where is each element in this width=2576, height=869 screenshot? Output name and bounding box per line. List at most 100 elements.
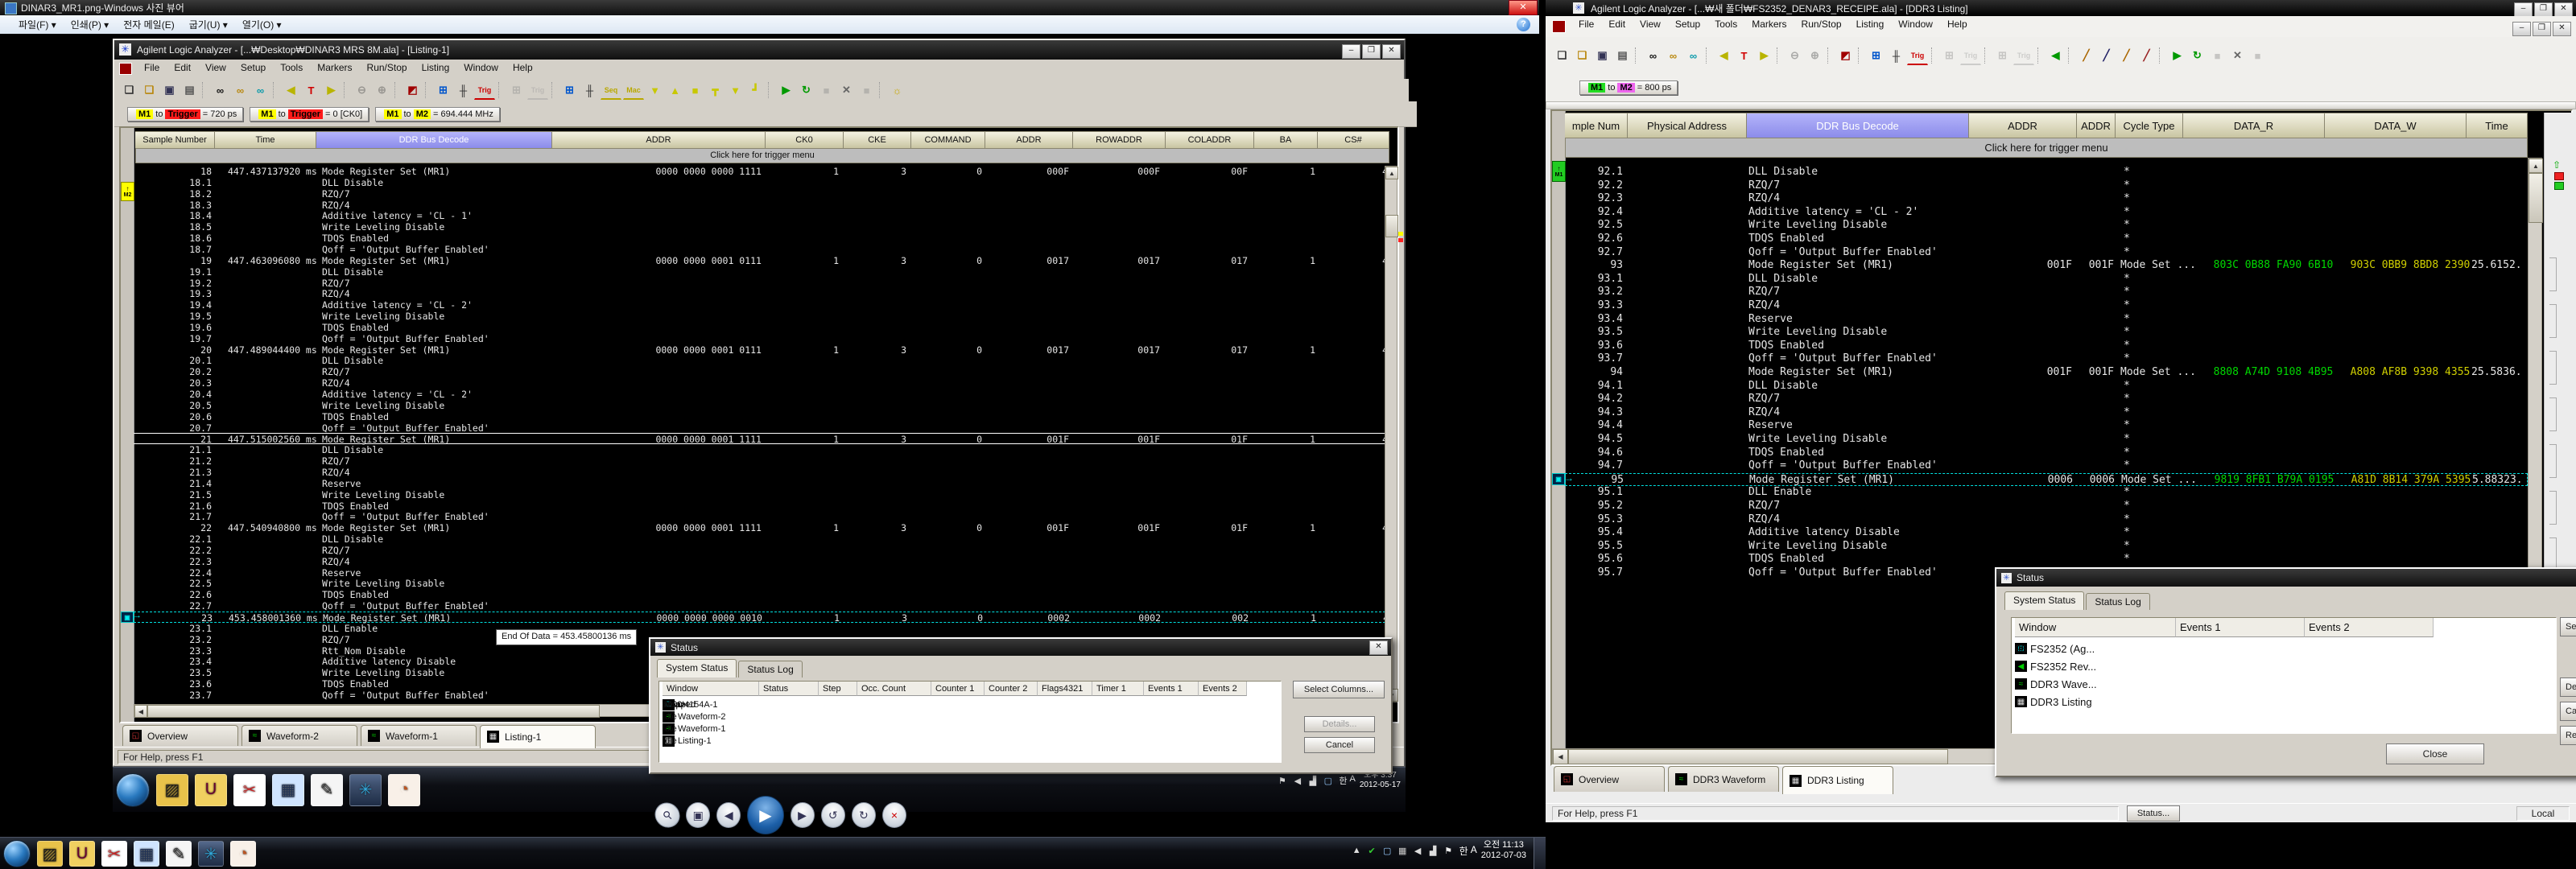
setup-bus-icon[interactable]: ╫ bbox=[1887, 47, 1905, 64]
table-row[interactable]: 21.3RZQ/4 bbox=[134, 467, 1389, 478]
table-row[interactable]: 94.6TDQS Enabled* bbox=[1565, 447, 2528, 460]
trigger-menu-row-right[interactable]: Click here for trigger menu bbox=[1565, 138, 2528, 158]
menu-file[interactable]: File bbox=[1571, 16, 1601, 32]
flag-tray-icon[interactable]: ⚑ bbox=[1442, 844, 1455, 858]
notes-taskbar-icon[interactable]: ✎ bbox=[311, 774, 343, 806]
column-header-time[interactable]: Time bbox=[215, 131, 316, 149]
table-row[interactable]: 19447.463096080 msMode Register Set (MR1… bbox=[134, 255, 1389, 266]
table-row[interactable]: 18447.437137920 msMode Register Set (MR1… bbox=[134, 166, 1389, 177]
search-icon[interactable]: ∞ bbox=[1644, 47, 1662, 64]
column-header-cs[interactable]: CS# bbox=[1318, 131, 1389, 149]
table-row[interactable]: 95.2RZQ/7* bbox=[1565, 500, 2528, 513]
column-header-samplenumber[interactable]: Sample Number bbox=[135, 131, 215, 149]
table-row[interactable]: 95.4Additive latency Disable* bbox=[1565, 526, 2528, 540]
cancel-run-icon[interactable]: ✕ bbox=[837, 81, 856, 99]
column-header-row-right[interactable]: mple NumPhysical AddressDDR Bus DecodeAD… bbox=[1565, 113, 2528, 138]
marker-m1-badge[interactable]: ↑M1 bbox=[1552, 161, 1566, 182]
column-header-ddrbusdecode[interactable]: DDR Bus Decode bbox=[1747, 113, 1969, 138]
paint-taskbar-icon[interactable]: ◔ bbox=[388, 774, 420, 806]
flag-tray-icon[interactable]: ⚑ bbox=[1275, 774, 1289, 788]
search-next-icon[interactable]: ∞ bbox=[1664, 47, 1682, 64]
table-row[interactable]: 18.3RZQ/4 bbox=[134, 200, 1389, 211]
mdi-controls[interactable]: –❐✕ bbox=[2511, 19, 2571, 36]
marker-chip[interactable]: M1toM2 = 800 ps bbox=[1579, 80, 1678, 95]
close-icon[interactable]: ✕ bbox=[2554, 2, 2573, 16]
viewer-menu-인쇄(P)[interactable]: 인쇄(P) ▾ bbox=[64, 15, 116, 34]
save-file-icon[interactable]: ▣ bbox=[160, 81, 179, 99]
column-header-physicaladdress[interactable]: Physical Address bbox=[1628, 113, 1747, 138]
stop-mark-icon[interactable]: ■ bbox=[686, 81, 704, 99]
ultraedit-taskbar-icon[interactable]: U bbox=[195, 774, 227, 806]
table-row[interactable]: 93Mode Register Set (MR1)001F001FMode Se… bbox=[1565, 259, 2528, 273]
photo-viewer-titlebar[interactable]: DINAR3_MR1.png-Windows 사진 뷰어 bbox=[0, 0, 1539, 15]
table-column-flags4321[interactable]: Flags4321 bbox=[1038, 682, 1092, 696]
menu-tools[interactable]: Tools bbox=[273, 60, 310, 76]
tab-ddr3-listing[interactable]: ▦DDR3 Listing bbox=[1782, 766, 1893, 794]
agilent-taskbar-icon[interactable]: ✳ bbox=[198, 841, 224, 867]
analyzer-titlebar-right[interactable]: ✳ Agilent Logic Analyzer - [...₩새 폴더₩FS2… bbox=[1546, 0, 2576, 16]
table-row[interactable]: 20.1DLL Disable bbox=[134, 355, 1389, 366]
search-prev-icon[interactable]: ∞ bbox=[1684, 47, 1703, 64]
trigger-setup-icon[interactable]: Trig bbox=[474, 81, 495, 100]
speaker-tool-icon[interactable]: ◀ bbox=[2046, 47, 2065, 64]
table-row[interactable]: 21.7Qoff = 'Output Buffer Enabled' bbox=[134, 511, 1389, 522]
table-column-counter2[interactable]: Counter 2 bbox=[985, 682, 1038, 696]
table-row[interactable]: 19.4Additive latency = 'CL - 2' bbox=[134, 299, 1389, 311]
table-row[interactable]: 19.3RZQ/4 bbox=[134, 288, 1389, 299]
chip-tray-icon[interactable]: ▦ bbox=[1396, 844, 1410, 858]
goto-end-icon[interactable]: ▶ bbox=[1755, 47, 1773, 64]
calculator-taskbar-icon[interactable]: ▦ bbox=[134, 841, 159, 867]
menu-edit[interactable]: Edit bbox=[1601, 16, 1633, 32]
actual-size-button[interactable]: ▣ bbox=[686, 802, 710, 828]
color-split-icon[interactable]: ◩ bbox=[1836, 47, 1855, 64]
tbar-mark-icon[interactable]: ┳ bbox=[706, 81, 724, 99]
column-header-ck0[interactable]: CK0 bbox=[766, 131, 844, 149]
calculator-taskbar-icon[interactable]: ▦ bbox=[272, 774, 304, 806]
menu-help[interactable]: Help bbox=[506, 60, 540, 76]
close-icon[interactable]: ✕ bbox=[2553, 22, 2571, 36]
marker-chip[interactable]: M1toTrigger = 720 ps bbox=[127, 107, 243, 121]
next-button[interactable]: ▶ bbox=[791, 802, 815, 828]
menu-edit[interactable]: Edit bbox=[167, 60, 198, 76]
clipped-button[interactable]: Re bbox=[2560, 726, 2576, 745]
table-row[interactable]: 92.2RZQ/7* bbox=[1565, 179, 2528, 193]
table-row[interactable]: 20.4Additive latency = 'CL - 2' bbox=[134, 389, 1389, 400]
menu-markers[interactable]: Markers bbox=[1744, 16, 1794, 32]
table-row[interactable]: 92.3RZQ/4* bbox=[1565, 192, 2528, 206]
start-button[interactable] bbox=[3, 840, 31, 867]
lightbulb-icon[interactable]: ☼ bbox=[888, 81, 906, 99]
clipped-button[interactable]: Det bbox=[2560, 677, 2576, 697]
new-file-icon[interactable]: ❏ bbox=[120, 81, 138, 99]
table-row[interactable]: 18.6TDQS Enabled bbox=[134, 233, 1389, 244]
run-repetitive-icon[interactable]: ↻ bbox=[2188, 47, 2207, 64]
menu-setup[interactable]: Setup bbox=[233, 60, 273, 76]
table-row[interactable]: 94.4Reserve* bbox=[1565, 419, 2528, 433]
table-row[interactable]: 95.3RZQ/4* bbox=[1565, 513, 2528, 527]
jbar-mark-icon[interactable]: ┛ bbox=[746, 81, 765, 99]
table-row[interactable]: 19.5Write Leveling Disable bbox=[134, 311, 1389, 322]
show-desktop-button[interactable] bbox=[1534, 838, 1546, 869]
menu-help[interactable]: Help bbox=[1940, 16, 1975, 32]
capture-taskbar-icon[interactable]: ✂ bbox=[233, 774, 266, 806]
arrow-up-a-icon[interactable]: ▲ bbox=[666, 81, 684, 99]
goto-end-icon[interactable]: ▶ bbox=[322, 81, 341, 99]
table-row[interactable]: 93.5Write Leveling Disable* bbox=[1565, 326, 2528, 340]
agilent-taskbar-icon[interactable]: ✳ bbox=[349, 774, 382, 806]
minimize-icon[interactable]: – bbox=[2512, 22, 2531, 36]
close-button[interactable]: Close bbox=[2386, 743, 2484, 764]
tab-overview[interactable]: ◱Overview bbox=[122, 725, 238, 746]
paint-taskbar-icon[interactable]: ◔ bbox=[230, 841, 256, 867]
table-row[interactable]: 19.2RZQ/7 bbox=[134, 278, 1389, 289]
restore-icon[interactable]: ❐ bbox=[2533, 22, 2551, 36]
column-header-row-left[interactable]: Sample NumberTimeDDR Bus DecodeADDRCK0CK… bbox=[135, 131, 1389, 149]
display-tray-icon[interactable]: ▢ bbox=[1321, 774, 1335, 788]
new-file-icon[interactable]: ❏ bbox=[1553, 47, 1571, 64]
table-row[interactable]: 94.7Qoff = 'Output Buffer Enabled'* bbox=[1565, 459, 2528, 473]
pencil-3-icon[interactable]: ╱ bbox=[2117, 47, 2136, 64]
search-next-icon[interactable]: ∞ bbox=[231, 81, 250, 99]
table-column-events1[interactable]: Events 1 bbox=[1144, 682, 1199, 696]
help-icon[interactable]: ? bbox=[1517, 18, 1530, 31]
column-header-time[interactable]: Time bbox=[2467, 113, 2528, 138]
display-tray-icon[interactable]: ▢ bbox=[1381, 844, 1394, 858]
table-column-timer1[interactable]: Timer 1 bbox=[1092, 682, 1144, 696]
